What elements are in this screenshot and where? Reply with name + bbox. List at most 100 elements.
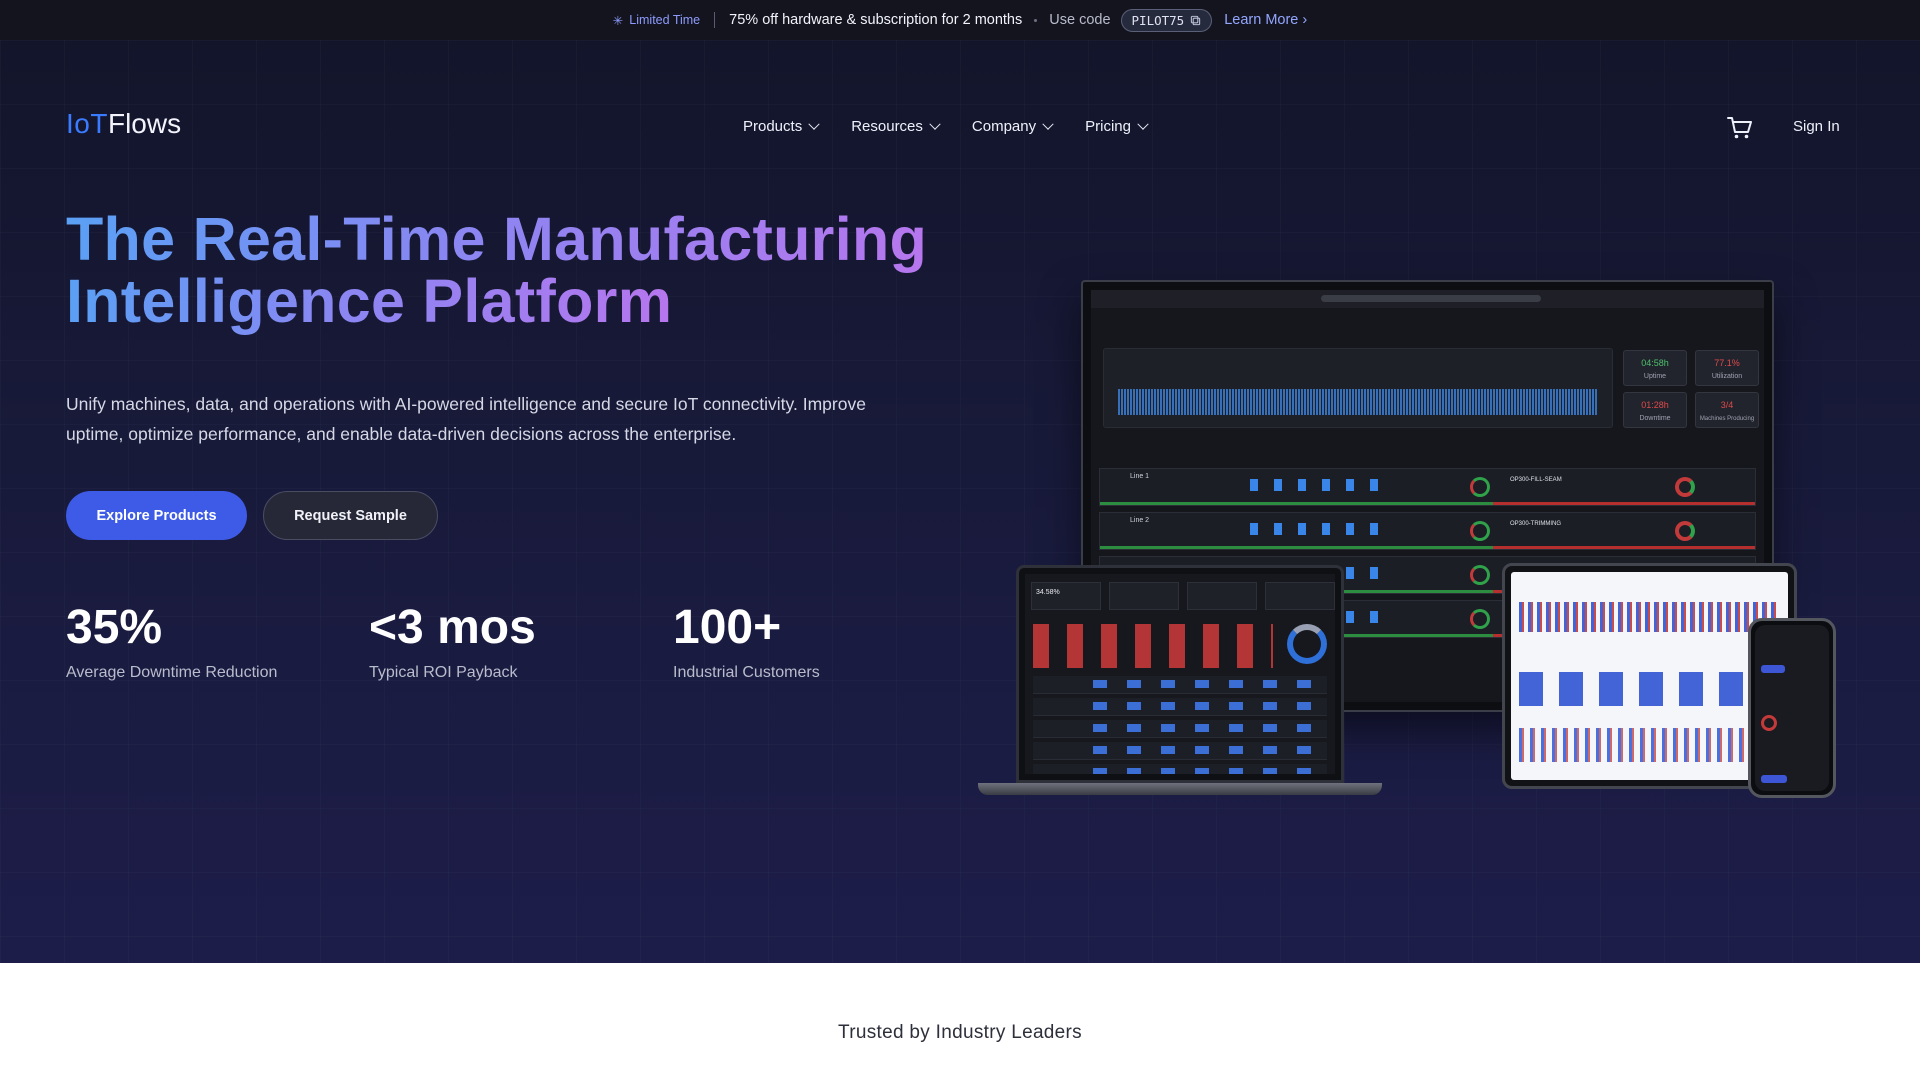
- request-sample-button[interactable]: Request Sample: [263, 491, 438, 540]
- headline-line-2: Intelligence Platform: [66, 267, 673, 335]
- app-topbar: [1091, 290, 1764, 308]
- hero-subtext: Unify machines, data, and operations wit…: [66, 394, 866, 444]
- main-nav: Products Resources Company Pricing: [743, 118, 1180, 135]
- stat-downtime: 35% Average Downtime Reduction: [66, 600, 277, 682]
- kpi-machines: 3/4 Machines Producing: [1695, 392, 1759, 428]
- phone-button: [1761, 665, 1785, 673]
- laptop-column-chart: [1033, 624, 1273, 668]
- nav-resources[interactable]: Resources: [851, 118, 941, 135]
- timeline-bars: [1118, 389, 1598, 415]
- stat-label: Typical ROI Payback: [369, 664, 518, 681]
- laptop-card: [1187, 582, 1257, 610]
- stat-value: 100+: [673, 601, 782, 654]
- explore-products-button[interactable]: Explore Products: [66, 491, 247, 540]
- kpi-utilization-label: Utilization: [1711, 373, 1743, 380]
- nav-resources-label: Resources: [851, 118, 923, 135]
- kpi-downtime-label: Downtime: [1639, 415, 1671, 422]
- nav-pricing-label: Pricing: [1085, 118, 1131, 135]
- promo-use-code: Use code: [1049, 12, 1111, 28]
- laptop-row-bars: [1093, 724, 1313, 732]
- tablet-stacked-chart: [1519, 672, 1780, 706]
- logo-iot: IoT: [66, 108, 108, 139]
- learn-more-label: Learn More: [1224, 12, 1299, 28]
- stat-customers: 100+ Industrial Customers: [673, 600, 820, 682]
- gauge-icon: [1470, 477, 1490, 497]
- laptop-row-bars: [1093, 702, 1313, 710]
- kpi-uptime: 04:58h Uptime: [1623, 350, 1687, 386]
- promo-code-chip[interactable]: PILOT75: [1120, 8, 1213, 32]
- laptop-card-value: 34.58%: [1036, 589, 1060, 596]
- sparkle-icon: ✳: [612, 13, 624, 28]
- cart-icon[interactable]: [1727, 116, 1753, 140]
- kpi-downtime-value: 01:28h: [1641, 400, 1669, 410]
- laptop-card: [1109, 582, 1179, 610]
- sign-in-link[interactable]: Sign In: [1793, 118, 1840, 135]
- tablet-screen: [1511, 572, 1788, 780]
- current-operation: OP300-FILL-SEAM: [1510, 477, 1562, 483]
- laptop-row: [1033, 676, 1327, 694]
- stat-value: 35%: [66, 601, 163, 654]
- app-search-bar: [1321, 295, 1541, 302]
- tablet-column-chart: [1519, 728, 1780, 762]
- nav-company-label: Company: [971, 118, 1037, 135]
- phone-screen: [1755, 625, 1829, 791]
- laptop-row-bars: [1093, 746, 1313, 754]
- line-row: Line 1 OP300-FILL-SEAM: [1099, 468, 1756, 506]
- gauge-icon: [1470, 521, 1490, 541]
- kpi-downtime: 01:28h Downtime: [1623, 392, 1687, 428]
- learn-more-link[interactable]: Learn More ›: [1224, 12, 1307, 28]
- nav-products-label: Products: [743, 118, 803, 135]
- hero-section: IoT Flows Products Resources Company Pri…: [0, 40, 1920, 963]
- line-row: Line 2 OP300-TRIMMING: [1099, 512, 1756, 550]
- laptop-row: [1033, 742, 1327, 760]
- utilization-donut: [1675, 521, 1695, 541]
- stat-roi: <3 mos Typical ROI Payback: [369, 600, 536, 682]
- promo-offer: 75% off hardware & subscription for 2 mo…: [729, 12, 1023, 28]
- laptop-donut: [1287, 624, 1327, 664]
- phone-donut: [1761, 715, 1777, 731]
- current-operation: OP300-TRIMMING: [1510, 521, 1562, 527]
- kpi-utilization-value: 77.1%: [1714, 358, 1740, 368]
- status-bar-red: [1493, 502, 1755, 505]
- status-bar-green: [1100, 502, 1493, 505]
- timeline-chart-panel: [1103, 348, 1613, 428]
- laptop-row-bars: [1093, 768, 1313, 774]
- stat-value: <3 mos: [369, 601, 536, 654]
- status-bar-red: [1493, 546, 1755, 549]
- dashboard-laptop-image: 34.58%: [1016, 565, 1344, 783]
- line-name: Line 2: [1130, 517, 1150, 524]
- kpi-machines-label: Machines Producing: [1699, 416, 1755, 422]
- nav-pricing[interactable]: Pricing: [1085, 118, 1149, 135]
- promo-tag-label: Limited Time: [629, 13, 701, 27]
- stat-label: Industrial Customers: [673, 664, 820, 681]
- promo-dot: [1034, 18, 1038, 22]
- promo-tag: ✳ Limited Time: [613, 13, 700, 28]
- promo-banner: ✳ Limited Time 75% off hardware & subscr…: [0, 0, 1920, 40]
- status-bar-green: [1100, 546, 1493, 549]
- gauge-icon: [1470, 609, 1490, 629]
- chevron-down-icon: [808, 118, 820, 130]
- headline-line-1: The Real-Time Manufacturing: [66, 205, 928, 273]
- tablet-bar-chart: [1519, 602, 1780, 632]
- laptop-row: [1033, 720, 1327, 738]
- laptop-card: 34.58%: [1031, 582, 1101, 610]
- copy-icon: [1191, 15, 1201, 25]
- logo[interactable]: IoT Flows: [66, 108, 181, 140]
- line-name: Line 1: [1130, 473, 1150, 480]
- stat-label: Average Downtime Reduction: [66, 664, 278, 681]
- promo-divider: [714, 12, 716, 28]
- laptop-row-bars: [1093, 680, 1313, 688]
- laptop-screen: 34.58%: [1025, 574, 1335, 774]
- chevron-down-icon: [929, 118, 941, 130]
- chevron-down-icon: [1137, 118, 1149, 130]
- kpi-machines-value: 3/4: [1720, 400, 1734, 410]
- production-bars: [1250, 523, 1390, 535]
- nav-products[interactable]: Products: [743, 118, 820, 135]
- laptop-base: [978, 783, 1382, 795]
- nav-company[interactable]: Company: [971, 118, 1054, 135]
- promo-code: PILOT75: [1131, 12, 1185, 28]
- logo-flows: Flows: [107, 108, 182, 139]
- chevron-right-icon: ›: [1302, 12, 1308, 28]
- production-bars: [1250, 479, 1390, 491]
- kpi-uptime-label: Uptime: [1643, 373, 1667, 380]
